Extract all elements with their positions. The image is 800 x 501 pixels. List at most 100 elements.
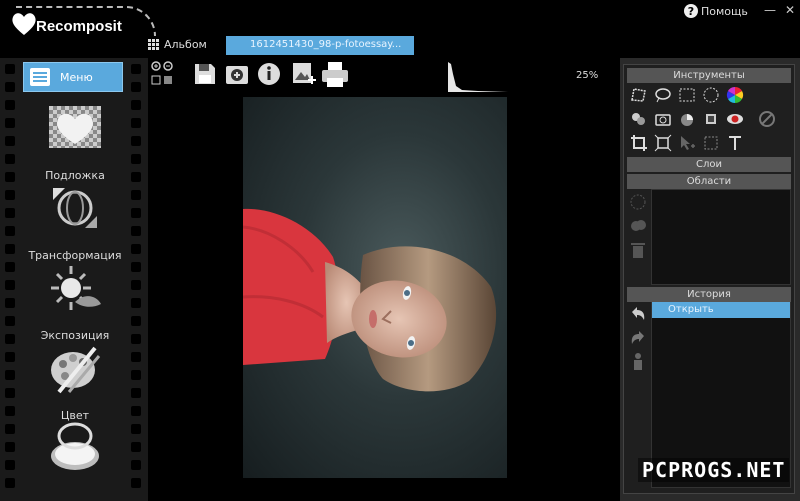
- heart-pattern-icon: [49, 106, 101, 148]
- sidebar-item-color[interactable]: Цвет: [20, 342, 130, 422]
- histogram: [448, 62, 508, 92]
- magic-wand-icon[interactable]: [678, 110, 696, 128]
- circle-select-icon[interactable]: [702, 86, 720, 104]
- history-item[interactable]: Открыть: [652, 302, 790, 318]
- film-sprocket-hole: [5, 298, 15, 308]
- clone-icon[interactable]: [630, 110, 648, 128]
- help-button[interactable]: ? Помощь: [684, 3, 748, 19]
- select-tool-icon[interactable]: [702, 110, 720, 128]
- exposure-sun-icon: [51, 266, 101, 310]
- sidebar-item-label: Цвет: [60, 409, 90, 422]
- zoom-level: 25%: [576, 70, 599, 81]
- film-sprockets-right: [128, 58, 144, 501]
- menu-button[interactable]: Меню: [23, 62, 123, 92]
- film-sprocket-hole: [5, 118, 15, 128]
- film-sprocket-hole: [131, 64, 141, 74]
- transform-arrows-icon: [53, 188, 97, 228]
- film-sprocket-hole: [5, 424, 15, 434]
- sidebar: Меню Подложка Трансформация Экспозиция Ц…: [0, 58, 148, 501]
- film-sprocket-hole: [5, 172, 15, 182]
- lasso-icon[interactable]: [630, 86, 648, 104]
- ellipse-lasso-icon[interactable]: [654, 86, 672, 104]
- film-sprocket-hole: [131, 118, 141, 128]
- film-sprocket-hole: [5, 316, 15, 326]
- info-icon[interactable]: [256, 60, 282, 88]
- film-sprockets-left: [2, 58, 18, 501]
- film-sprocket-hole: [131, 406, 141, 416]
- film-sprocket-hole: [5, 406, 15, 416]
- film-sprocket-hole: [131, 244, 141, 254]
- new-area-icon[interactable]: [628, 192, 648, 212]
- film-sprocket-hole: [5, 478, 15, 488]
- sidebar-item-label: Экспозиция: [40, 329, 110, 342]
- rect-select-icon[interactable]: [678, 86, 696, 104]
- layers-header[interactable]: Слои: [627, 157, 791, 172]
- film-sprocket-hole: [5, 190, 15, 200]
- film-sprocket-hole: [5, 154, 15, 164]
- print-icon[interactable]: [320, 60, 350, 88]
- crop-icon[interactable]: [630, 134, 648, 152]
- film-sprocket-hole: [5, 442, 15, 452]
- blob-area-icon[interactable]: [628, 216, 648, 236]
- film-sprocket-hole: [131, 334, 141, 344]
- tools-header[interactable]: Инструменты: [627, 68, 791, 83]
- film-sprocket-hole: [131, 370, 141, 380]
- minimize-button[interactable]: —: [762, 2, 778, 18]
- logo-text: Recomposit: [36, 18, 122, 35]
- trash-icon[interactable]: [628, 240, 648, 260]
- film-sprocket-hole: [5, 370, 15, 380]
- camera-icon[interactable]: [654, 110, 672, 128]
- color-wheel-icon[interactable]: [726, 86, 744, 104]
- film-sprocket-hole: [5, 208, 15, 218]
- save-icon[interactable]: [192, 60, 218, 88]
- zoom-controls-icon[interactable]: [150, 60, 176, 88]
- film-sprocket-hole: [131, 388, 141, 398]
- red-eye-icon[interactable]: [726, 110, 744, 128]
- palette-icon: [51, 346, 101, 394]
- film-sprocket-hole: [5, 262, 15, 272]
- sidebar-item-transform[interactable]: Трансформация: [20, 182, 130, 262]
- watermark-text: PCPROGS.NET: [638, 458, 790, 482]
- sidebar-item-exposure[interactable]: Экспозиция: [20, 262, 130, 342]
- film-sprocket-hole: [5, 136, 15, 146]
- cursor-add-icon[interactable]: [678, 134, 696, 152]
- film-sprocket-hole: [131, 208, 141, 218]
- frame-icon[interactable]: [702, 134, 720, 152]
- file-tab[interactable]: 1612451430_98-p-fotoessay...: [226, 36, 414, 55]
- help-icon: ?: [684, 4, 698, 18]
- no-icon[interactable]: [758, 110, 776, 128]
- mirror-compact-icon: [51, 422, 99, 470]
- film-sprocket-hole: [131, 460, 141, 470]
- text-icon[interactable]: [726, 134, 744, 152]
- film-sprocket-hole: [131, 316, 141, 326]
- film-sprocket-hole: [131, 262, 141, 272]
- album-button[interactable]: Альбом: [148, 38, 207, 51]
- areas-list[interactable]: [651, 189, 791, 285]
- film-sprocket-hole: [5, 64, 15, 74]
- film-sprocket-hole: [131, 298, 141, 308]
- redo-icon[interactable]: [628, 328, 648, 348]
- add-photo-icon[interactable]: [224, 60, 250, 88]
- sidebar-item-frame[interactable]: [20, 422, 130, 489]
- film-sprocket-hole: [5, 388, 15, 398]
- history-figure-icon[interactable]: [628, 352, 648, 372]
- photo-canvas[interactable]: [243, 97, 507, 478]
- export-image-icon[interactable]: [290, 60, 316, 88]
- film-sprocket-hole: [131, 442, 141, 452]
- sidebar-item-background[interactable]: Подложка: [20, 102, 130, 182]
- film-sprocket-hole: [131, 424, 141, 434]
- portrait-photo: [243, 208, 497, 392]
- help-label: Помощь: [701, 4, 748, 18]
- perspective-crop-icon[interactable]: [654, 134, 672, 152]
- film-sprocket-hole: [131, 190, 141, 200]
- history-header[interactable]: История: [627, 287, 791, 302]
- grid-icon: [148, 39, 159, 50]
- areas-header[interactable]: Области: [627, 174, 791, 189]
- undo-icon[interactable]: [628, 304, 648, 324]
- app-logo: Recomposit: [6, 4, 156, 40]
- film-sprocket-hole: [131, 478, 141, 488]
- sidebar-item-label: Подложка: [45, 169, 105, 182]
- album-label: Альбом: [164, 38, 207, 51]
- menu-icon: [30, 68, 50, 86]
- close-button[interactable]: ✕: [782, 2, 798, 18]
